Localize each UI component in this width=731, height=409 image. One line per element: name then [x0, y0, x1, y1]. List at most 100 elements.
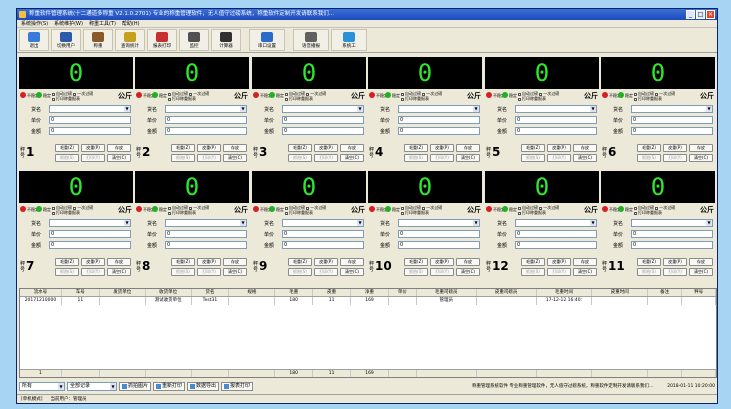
- amount-input[interactable]: 0: [515, 241, 597, 249]
- save-tare-button[interactable]: 存皮: [107, 258, 131, 266]
- price-input[interactable]: 0: [282, 230, 364, 238]
- amount-input[interactable]: 0: [165, 127, 247, 135]
- gross-button[interactable]: 毛重(Z): [404, 144, 428, 152]
- clear-button[interactable]: 清空(C): [107, 154, 131, 162]
- menu-system-ops[interactable]: 系统操作(S): [21, 20, 48, 27]
- save-tare-button[interactable]: 存皮: [573, 258, 597, 266]
- print-button[interactable]: 打印(Y): [81, 154, 105, 162]
- toolbar-button-voice[interactable]: 语音播报: [293, 29, 329, 51]
- toolbar-button-port-settings[interactable]: 串口设置: [249, 29, 285, 51]
- capture-button[interactable]: 抓拍(S): [637, 268, 661, 276]
- capture-button[interactable]: 抓拍(S): [521, 154, 545, 162]
- goods-select[interactable]: ▼: [49, 219, 131, 227]
- clear-button[interactable]: 清空(C): [107, 268, 131, 276]
- gross-button[interactable]: 毛重(Z): [288, 144, 312, 152]
- gross-button[interactable]: 毛重(Z): [171, 258, 195, 266]
- reprint-button[interactable]: 重新打印: [153, 381, 186, 391]
- tare-button[interactable]: 皮重(P): [430, 144, 454, 152]
- tare-button[interactable]: 皮重(P): [663, 144, 687, 152]
- clear-button[interactable]: 清空(C): [340, 154, 364, 162]
- clear-button[interactable]: 清空(C): [456, 268, 480, 276]
- capture-button[interactable]: 抓拍(S): [171, 268, 195, 276]
- capture-button[interactable]: 抓拍(S): [404, 268, 428, 276]
- save-tare-button[interactable]: 存皮: [340, 144, 364, 152]
- save-tare-button[interactable]: 存皮: [223, 144, 247, 152]
- clear-button[interactable]: 清空(C): [456, 154, 480, 162]
- capture-image-button[interactable]: 抓拍图片: [119, 381, 152, 391]
- goods-select[interactable]: ▼: [631, 219, 713, 227]
- clear-button[interactable]: 清空(C): [689, 268, 713, 276]
- close-button[interactable]: ×: [706, 10, 715, 19]
- amount-input[interactable]: 0: [631, 241, 713, 249]
- save-tare-button[interactable]: 存皮: [573, 144, 597, 152]
- print-report-checkbox[interactable]: 打印称重报表: [168, 96, 218, 101]
- goods-select[interactable]: ▼: [515, 105, 597, 113]
- print-button[interactable]: 打印(Y): [430, 268, 454, 276]
- print-report-checkbox[interactable]: 打印称重报表: [401, 96, 451, 101]
- report-print-button[interactable]: 报表打印: [221, 381, 254, 391]
- capture-button[interactable]: 抓拍(S): [637, 154, 661, 162]
- price-input[interactable]: 0: [515, 230, 597, 238]
- clear-button[interactable]: 清空(C): [689, 154, 713, 162]
- menu-system-maint[interactable]: 系统维护(W): [54, 20, 83, 27]
- amount-input[interactable]: 0: [49, 127, 131, 135]
- print-report-checkbox[interactable]: 打印称重报表: [518, 210, 568, 215]
- gross-button[interactable]: 毛重(Z): [171, 144, 195, 152]
- gross-button[interactable]: 毛重(Z): [637, 258, 661, 266]
- clear-button[interactable]: 清空(C): [223, 268, 247, 276]
- price-input[interactable]: 0: [398, 116, 480, 124]
- record-filter-select[interactable]: 全部记录 ▼: [67, 381, 117, 391]
- goods-select[interactable]: ▼: [631, 105, 713, 113]
- capture-button[interactable]: 抓拍(S): [171, 154, 195, 162]
- price-input[interactable]: 0: [282, 116, 364, 124]
- capture-button[interactable]: 抓拍(S): [404, 154, 428, 162]
- amount-input[interactable]: 0: [515, 127, 597, 135]
- tare-button[interactable]: 皮重(P): [547, 144, 571, 152]
- tare-button[interactable]: 皮重(P): [430, 258, 454, 266]
- goods-select[interactable]: ▼: [282, 219, 364, 227]
- toolbar-button-calculator[interactable]: 计算器: [211, 29, 241, 51]
- clear-button[interactable]: 清空(C): [573, 154, 597, 162]
- save-tare-button[interactable]: 存皮: [689, 144, 713, 152]
- amount-input[interactable]: 0: [631, 127, 713, 135]
- minimize-button[interactable]: _: [686, 10, 695, 19]
- price-input[interactable]: 0: [49, 230, 131, 238]
- print-button[interactable]: 打印(Y): [81, 268, 105, 276]
- print-button[interactable]: 打印(Y): [663, 268, 687, 276]
- amount-input[interactable]: 0: [398, 241, 480, 249]
- goods-select[interactable]: ▼: [398, 105, 480, 113]
- amount-input[interactable]: 0: [165, 241, 247, 249]
- tare-button[interactable]: 皮重(P): [314, 144, 338, 152]
- save-tare-button[interactable]: 存皮: [456, 258, 480, 266]
- tare-button[interactable]: 皮重(P): [547, 258, 571, 266]
- print-report-checkbox[interactable]: 打印称重报表: [634, 96, 684, 101]
- tare-button[interactable]: 皮重(P): [663, 258, 687, 266]
- table-row[interactable]: 20171210000 11 测试收货单位 Test31 180 11 169 管理员 17-1…: [20, 297, 716, 305]
- clear-button[interactable]: 清空(C): [340, 268, 364, 276]
- price-input[interactable]: 0: [631, 116, 713, 124]
- amount-input[interactable]: 0: [282, 127, 364, 135]
- print-report-checkbox[interactable]: 打印称重报表: [401, 210, 451, 215]
- print-report-checkbox[interactable]: 打印称重报表: [52, 210, 102, 215]
- print-report-checkbox[interactable]: 打印称重报表: [168, 210, 218, 215]
- capture-button[interactable]: 抓拍(S): [288, 268, 312, 276]
- print-button[interactable]: 打印(Y): [197, 154, 221, 162]
- goods-select[interactable]: ▼: [165, 105, 247, 113]
- toolbar-button-print-report[interactable]: 报表打印: [147, 29, 177, 51]
- price-input[interactable]: 0: [631, 230, 713, 238]
- print-report-checkbox[interactable]: 打印称重报表: [634, 210, 684, 215]
- tare-button[interactable]: 皮重(P): [314, 258, 338, 266]
- print-button[interactable]: 打印(Y): [547, 268, 571, 276]
- save-tare-button[interactable]: 存皮: [340, 258, 364, 266]
- amount-input[interactable]: 0: [49, 241, 131, 249]
- export-button[interactable]: 数据导出: [187, 381, 220, 391]
- price-input[interactable]: 0: [165, 116, 247, 124]
- maximize-button[interactable]: □: [696, 10, 705, 19]
- goods-select[interactable]: ▼: [515, 219, 597, 227]
- goods-select[interactable]: ▼: [49, 105, 131, 113]
- capture-button[interactable]: 抓拍(S): [521, 268, 545, 276]
- tare-button[interactable]: 皮重(P): [81, 258, 105, 266]
- print-button[interactable]: 打印(Y): [314, 268, 338, 276]
- price-input[interactable]: 0: [515, 116, 597, 124]
- gross-button[interactable]: 毛重(Z): [521, 258, 545, 266]
